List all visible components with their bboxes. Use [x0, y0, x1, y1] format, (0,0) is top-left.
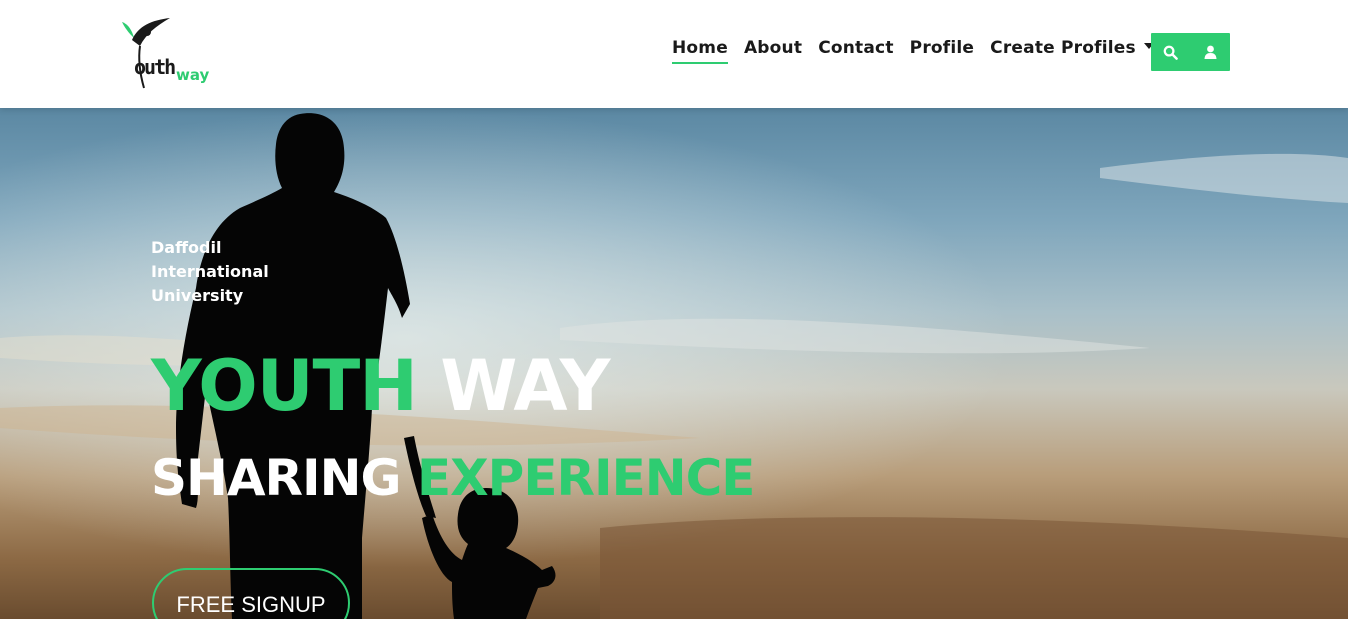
hero-title-green: YOUTH: [151, 345, 418, 427]
nav-create-profiles-dropdown[interactable]: Create Profiles: [990, 38, 1154, 64]
nav-about[interactable]: About: [744, 38, 802, 64]
hero-title-white: WAY: [440, 345, 610, 427]
nav-create-profiles-label: Create Profiles: [990, 38, 1136, 58]
nav-action-buttons: [1151, 33, 1230, 71]
hero-subtitle: SHARING EXPERIENCE: [151, 448, 755, 508]
university-line: International: [151, 262, 269, 281]
navbar: outh way Home About Contact Profile Crea…: [0, 0, 1348, 108]
hero-title: YOUTH WAY: [151, 345, 610, 427]
hero-banner: Daffodil International University YOUTH …: [0, 108, 1348, 619]
search-button[interactable]: [1151, 33, 1191, 71]
search-icon: [1163, 45, 1179, 60]
user-button[interactable]: [1191, 33, 1231, 71]
nav-contact[interactable]: Contact: [818, 38, 893, 64]
university-line: University: [151, 286, 244, 305]
nav-home[interactable]: Home: [672, 38, 728, 64]
hero-content: Daffodil International University YOUTH …: [151, 108, 851, 619]
svg-text:outh: outh: [134, 55, 175, 79]
user-icon: [1204, 45, 1217, 59]
university-line: Daffodil: [151, 238, 222, 257]
main-nav: Home About Contact Profile Create Profil…: [664, 38, 1162, 64]
free-signup-button[interactable]: FREE SIGNUP: [152, 568, 350, 619]
brand-logo[interactable]: outh way: [118, 16, 214, 90]
nav-profile[interactable]: Profile: [910, 38, 975, 64]
svg-text:way: way: [176, 66, 210, 84]
youthway-logo-mark: outh way: [122, 18, 210, 89]
hero-subtitle-white: SHARING: [151, 449, 402, 507]
university-name: Daffodil International University: [151, 236, 301, 308]
hero-subtitle-green: EXPERIENCE: [416, 449, 755, 507]
